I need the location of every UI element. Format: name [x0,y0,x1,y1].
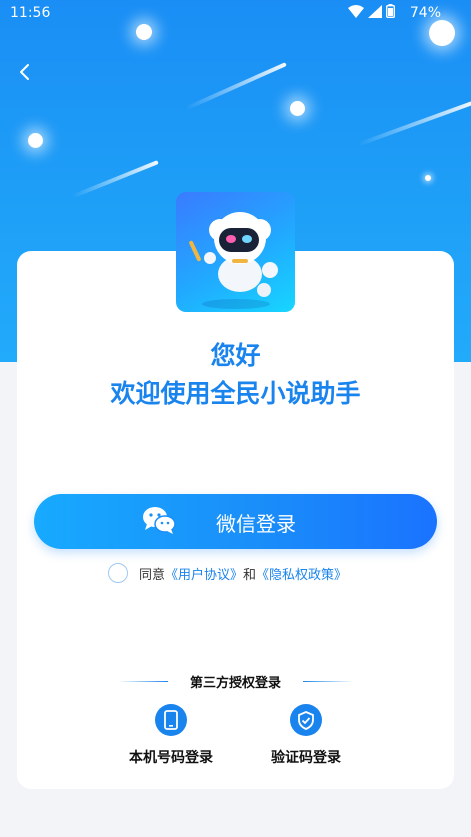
divider-line [303,681,353,682]
shooting-star [356,100,471,147]
agreement-prefix: 同意 [139,567,166,583]
agreement-row: 同意 《用户协议》 和 《隐私权政策》 [108,562,347,584]
shooting-star [71,160,159,199]
greeting-subtitle: 欢迎使用全民小说助手 [110,379,361,408]
sparkle [136,24,152,40]
shield-check-icon [290,704,322,736]
signal-icon [368,4,382,18]
app-logo [176,192,295,312]
phone-number-login-option[interactable]: 本机号码登录 [106,704,236,767]
back-button[interactable] [10,56,38,88]
third-party-title: 第三方授权登录 [189,676,281,691]
sparkle [28,133,43,148]
chevron-left-icon [20,64,29,80]
phone-icon [155,704,187,736]
sparkle [290,101,305,116]
wifi-icon [348,4,364,18]
divider-line [118,681,168,682]
agreement-checkbox[interactable] [108,563,128,583]
sparkle [425,175,431,181]
battery-icon [386,4,395,18]
user-agreement-link[interactable]: 《用户协议》 [165,564,243,583]
agreement-and: 和 [243,567,257,583]
status-bar: 11:56 74% [0,0,471,26]
phone-login-label: 本机号码登录 [129,750,213,766]
greeting-title: 您好 [210,341,261,370]
wechat-login-label: 微信登录 [216,512,296,536]
sms-code-login-option[interactable]: 验证码登录 [241,704,371,767]
robot-mascot-icon [189,212,278,309]
shooting-star [184,62,287,111]
sms-login-label: 验证码登录 [271,750,341,766]
status-icons [348,4,395,18]
status-time: 11:56 [10,5,51,21]
battery-percent: 74% [409,5,441,21]
wechat-login-button[interactable]: 微信登录 [34,494,437,549]
third-party-login-header: 第三方授权登录 [0,672,471,691]
wechat-icon [143,507,176,534]
privacy-policy-link[interactable]: 《隐私权政策》 [256,564,347,583]
